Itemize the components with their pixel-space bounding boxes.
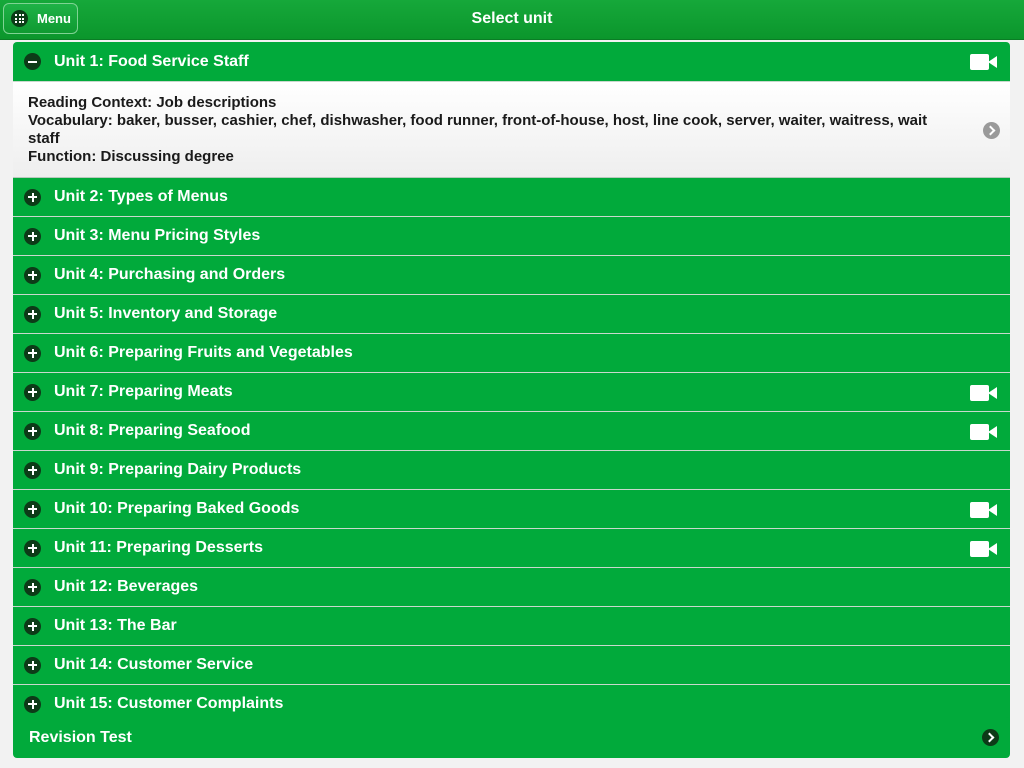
unit-label: Unit 6: Preparing Fruits and Vegetables: [54, 344, 353, 361]
unit-label: Unit 3: Menu Pricing Styles: [54, 227, 261, 244]
plus-circle-icon[interactable]: [24, 500, 41, 518]
plus-circle-icon[interactable]: [24, 344, 41, 362]
unit-label: Unit 5: Inventory and Storage: [54, 305, 278, 322]
unit-row-12[interactable]: Unit 12: Beverages: [13, 568, 1010, 607]
video-camera-icon: [970, 424, 997, 440]
unit-row-2[interactable]: Unit 2: Types of Menus: [13, 178, 1010, 217]
plus-circle-icon[interactable]: [24, 188, 41, 206]
plus-circle-icon[interactable]: [24, 656, 41, 674]
function: Function: Discussing degree: [28, 148, 234, 165]
plus-circle-icon[interactable]: [24, 578, 41, 596]
page-title: Select unit: [471, 10, 553, 27]
unit-row-10[interactable]: Unit 10: Preparing Baked Goods: [13, 490, 1010, 529]
unit-label: Unit 1: Food Service Staff: [54, 52, 249, 70]
chevron-right-icon[interactable]: [983, 122, 1000, 139]
unit-label: Unit 4: Purchasing and Orders: [54, 266, 286, 283]
chevron-right-icon[interactable]: [982, 729, 999, 746]
video-camera-icon: [970, 541, 997, 557]
plus-circle-icon[interactable]: [24, 422, 41, 440]
unit-row-13[interactable]: Unit 13: The Bar: [13, 607, 1010, 646]
unit-label: Unit 11: Preparing Desserts: [54, 539, 263, 556]
unit-row-9[interactable]: Unit 9: Preparing Dairy Products: [13, 451, 1010, 490]
plus-circle-icon[interactable]: [24, 227, 41, 245]
plus-circle-icon[interactable]: [24, 305, 41, 323]
plus-circle-icon[interactable]: [24, 617, 41, 635]
revision-test-label: Revision Test: [29, 728, 132, 746]
unit-row-8[interactable]: Unit 8: Preparing Seafood: [13, 412, 1010, 451]
unit-row-7[interactable]: Unit 7: Preparing Meats: [13, 373, 1010, 412]
plus-circle-icon[interactable]: [24, 383, 41, 401]
unit-row-4[interactable]: Unit 4: Purchasing and Orders: [13, 256, 1010, 295]
unit-label: Unit 13: The Bar: [54, 617, 177, 634]
reading-context: Reading Context: Job descriptions: [28, 94, 277, 111]
unit-row-1[interactable]: Unit 1: Food Service Staff: [13, 42, 1010, 82]
unit-label: Unit 9: Preparing Dairy Products: [54, 461, 302, 478]
plus-circle-icon[interactable]: [24, 695, 41, 713]
unit-row-6[interactable]: Unit 6: Preparing Fruits and Vegetables: [13, 334, 1010, 373]
unit-list: Unit 1: Food Service Staff Reading Conte…: [13, 42, 1010, 724]
unit-row-5[interactable]: Unit 5: Inventory and Storage: [13, 295, 1010, 334]
unit-label: Unit 14: Customer Service: [54, 656, 254, 673]
unit-label: Unit 12: Beverages: [54, 578, 199, 595]
unit-detail-panel[interactable]: Reading Context: Job descriptions Vocabu…: [13, 82, 1010, 178]
unit-label: Unit 10: Preparing Baked Goods: [54, 500, 300, 517]
unit-label: Unit 15: Customer Complaints: [54, 695, 284, 712]
revision-test-row[interactable]: Revision Test: [13, 717, 1010, 758]
unit-row-11[interactable]: Unit 11: Preparing Desserts: [13, 529, 1010, 568]
unit-row-3[interactable]: Unit 3: Menu Pricing Styles: [13, 217, 1010, 256]
minus-circle-icon[interactable]: [24, 53, 41, 70]
video-camera-icon: [970, 385, 997, 401]
unit-label: Unit 7: Preparing Meats: [54, 383, 233, 400]
top-bar: Menu Select unit: [0, 0, 1024, 40]
unit-label: Unit 8: Preparing Seafood: [54, 422, 251, 439]
plus-circle-icon[interactable]: [24, 461, 41, 479]
video-camera-icon: [970, 54, 997, 70]
plus-circle-icon[interactable]: [24, 539, 41, 557]
vocabulary: Vocabulary: baker, busser, cashier, chef…: [28, 112, 928, 147]
unit-row-14[interactable]: Unit 14: Customer Service: [13, 646, 1010, 685]
video-camera-icon: [970, 502, 997, 518]
unit-label: Unit 2: Types of Menus: [54, 188, 228, 205]
plus-circle-icon[interactable]: [24, 266, 41, 284]
